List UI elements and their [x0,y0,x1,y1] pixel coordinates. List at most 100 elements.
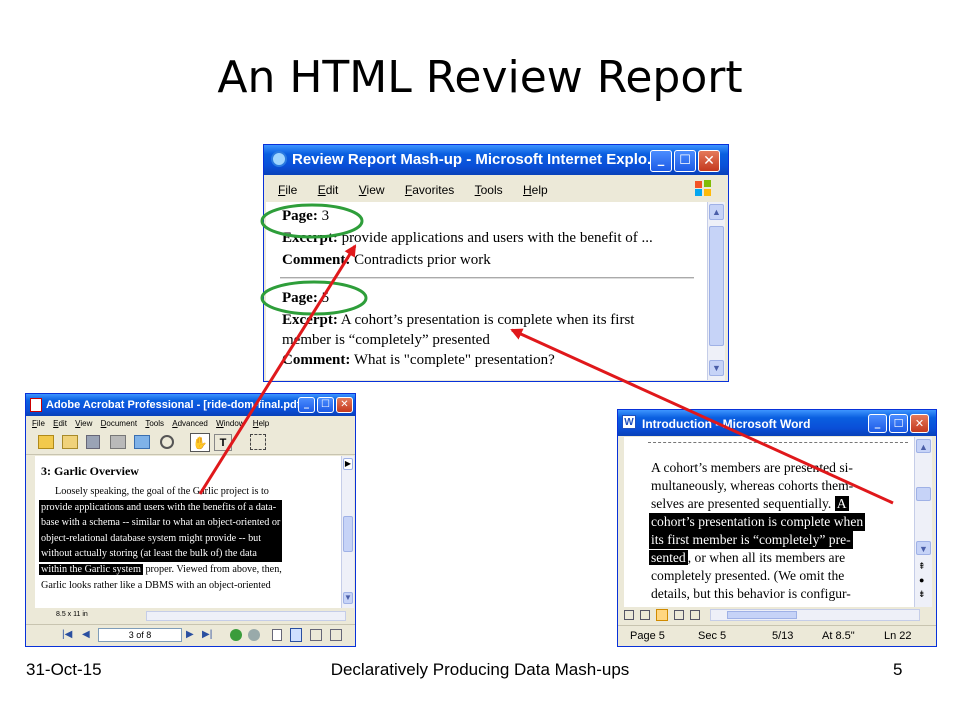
prev-page-nav-icon[interactable]: ⇞ [918,561,926,572]
close-button[interactable]: ✕ [698,150,720,172]
ie-content: Page: 3 Excerpt: provide applications an… [266,202,707,380]
acrobat-scroll-thumb[interactable] [343,516,353,552]
acrobat-navbar: |◀ ◀ 3 of 8 ▶ ▶| [26,624,355,645]
facing-icon[interactable] [310,629,322,641]
word-hscroll-thumb[interactable] [727,611,797,619]
word-line-5: its first member is “completely” pre- [649,531,853,549]
word-logo-icon: W [622,415,636,429]
save-icon[interactable] [62,435,78,449]
next-page-nav-icon[interactable]: ⇟ [918,589,926,600]
word-cut-line [648,437,908,443]
continuous-facing-icon[interactable] [330,629,342,641]
word-maximize-button[interactable]: ☐ [889,414,908,433]
maximize-button[interactable]: ☐ [674,150,696,172]
entry2-excerpt: Excerpt: A cohort’s presentation is comp… [282,312,635,328]
menu-tools[interactable]: Tools [475,183,503,197]
page-number-field[interactable]: 3 of 8 [98,628,182,642]
acrobat-close-button[interactable]: ✕ [336,397,353,413]
last-page-icon[interactable]: ▶| [202,629,212,640]
go-back-icon[interactable] [230,629,242,641]
hand-tool-icon[interactable]: ✋ [190,433,210,452]
word-window: W Introduction - Microsoft Word _ ☐ ✕ A … [617,409,937,647]
word-scroll-up-icon[interactable]: ▲ [916,439,931,453]
slide-title: An HTML Review Report [217,52,743,103]
page-size-label: 8.5 x 11 in [56,611,88,618]
snapshot-icon[interactable] [250,434,266,450]
acrobat-menu-tools[interactable]: Tools [145,419,164,428]
entry2-excerpt-cont: member is “completely” presented [282,332,490,348]
outline-view-icon[interactable] [674,610,684,620]
menu-edit[interactable]: Edit [318,183,339,197]
word-line-8: details, but this behavior is configur- [651,586,851,601]
acrobat-menu-document[interactable]: Document [101,419,137,428]
acrobat-menu-file[interactable]: File [32,419,45,428]
acrobat-menu-edit[interactable]: Edit [53,419,67,428]
acrobat-menu-advanced[interactable]: Advanced [172,419,208,428]
word-line-6: sented, or when all its members are [649,550,846,565]
minimize-button[interactable]: _ [650,150,672,172]
continuous-icon[interactable] [290,628,302,642]
menu-help[interactable]: Help [523,183,548,197]
prev-page-icon[interactable]: ◀ [82,629,90,640]
acrobat-title-text: Adobe Acrobat Professional - [ride-dom-f… [46,399,305,411]
doc-line-4: object-relational database system might … [41,532,262,544]
first-page-icon[interactable]: |◀ [62,629,72,640]
word-line-3: selves are presented sequentially. A [651,496,849,511]
disk-icon[interactable] [86,435,100,449]
doc-line-6: within the Garlic system proper. Viewed … [39,564,282,575]
ie-menubar: File Edit View Favorites Tools Help [264,176,728,202]
footer-title: Declaratively Producing Data Mash-ups [330,660,630,679]
text-select-icon[interactable]: T [214,434,232,451]
normal-view-icon[interactable] [624,610,634,620]
reading-view-icon[interactable] [690,610,700,620]
print-view-icon[interactable] [656,609,668,621]
word-document: A cohort’s members are presented si- mul… [624,437,914,607]
word-close-button[interactable]: ✕ [910,414,929,433]
single-page-icon[interactable] [272,629,282,641]
word-scroll-down-icon[interactable]: ▼ [916,541,931,555]
entry2-comment: Comment: What is "complete" presentation… [282,352,555,368]
go-forward-icon[interactable] [248,629,260,641]
acrobat-scrollbar[interactable]: ▶ ▼ [341,456,354,608]
word-scrollbar[interactable]: ▲ ▼ ⇞ ● ⇟ [914,437,932,607]
scroll-thumb[interactable] [709,226,724,346]
acrobat-hscroll[interactable] [146,611,346,621]
acrobat-menu-help[interactable]: Help [253,419,269,428]
word-scroll-thumb[interactable] [916,487,931,501]
status-line: Ln 22 [884,630,912,642]
word-line-2: multaneously, whereas cohorts them- [651,478,854,493]
acrobat-maximize-button[interactable]: ☐ [317,397,334,413]
print-icon[interactable] [110,435,126,449]
doc-line-2: provide applications and users with the … [41,502,277,513]
entry1-page: Page: 3 [282,208,330,224]
entry1-comment: Comment: Contradicts prior work [282,252,491,268]
browse-object-icon[interactable]: ● [919,575,924,585]
email-icon[interactable] [134,435,150,449]
ie-scrollbar[interactable]: ▲ ▼ [707,202,725,380]
web-view-icon[interactable] [640,610,650,620]
acrobat-minimize-button[interactable]: _ [298,397,315,413]
word-minimize-button[interactable]: _ [868,414,887,433]
doc-heading: 3: Garlic Overview [41,464,139,478]
ie-window: Review Report Mash-up - Microsoft Intern… [263,144,729,382]
acrobat-scroll-down-icon[interactable]: ▼ [343,592,353,604]
doc-line-3: base with a schema -- similar to what an… [41,517,281,529]
word-hscroll[interactable] [710,609,920,621]
doc-highlight-block: provide applications and users with the … [39,500,283,562]
word-titlebar: W Introduction - Microsoft Word _ ☐ ✕ [618,410,936,436]
acrobat-menu-view[interactable]: View [75,419,92,428]
search-icon[interactable] [160,435,174,449]
menu-favorites[interactable]: Favorites [405,183,454,197]
menu-view[interactable]: View [359,183,385,197]
scroll-down-icon[interactable]: ▼ [709,360,724,376]
status-at: At 8.5" [822,630,855,642]
acrobat-toolbar: ✋ T [26,431,355,455]
acrobat-scroll-right-icon[interactable]: ▶ [343,458,353,470]
doc-line-5: without actually storing (at least the b… [41,548,257,560]
next-page-icon[interactable]: ▶ [186,629,194,640]
scroll-up-icon[interactable]: ▲ [709,204,724,220]
menu-file[interactable]: File [278,183,297,197]
open-folder-icon[interactable] [38,435,54,449]
word-view-bar [618,607,936,623]
acrobat-menu-window[interactable]: Window [216,419,244,428]
